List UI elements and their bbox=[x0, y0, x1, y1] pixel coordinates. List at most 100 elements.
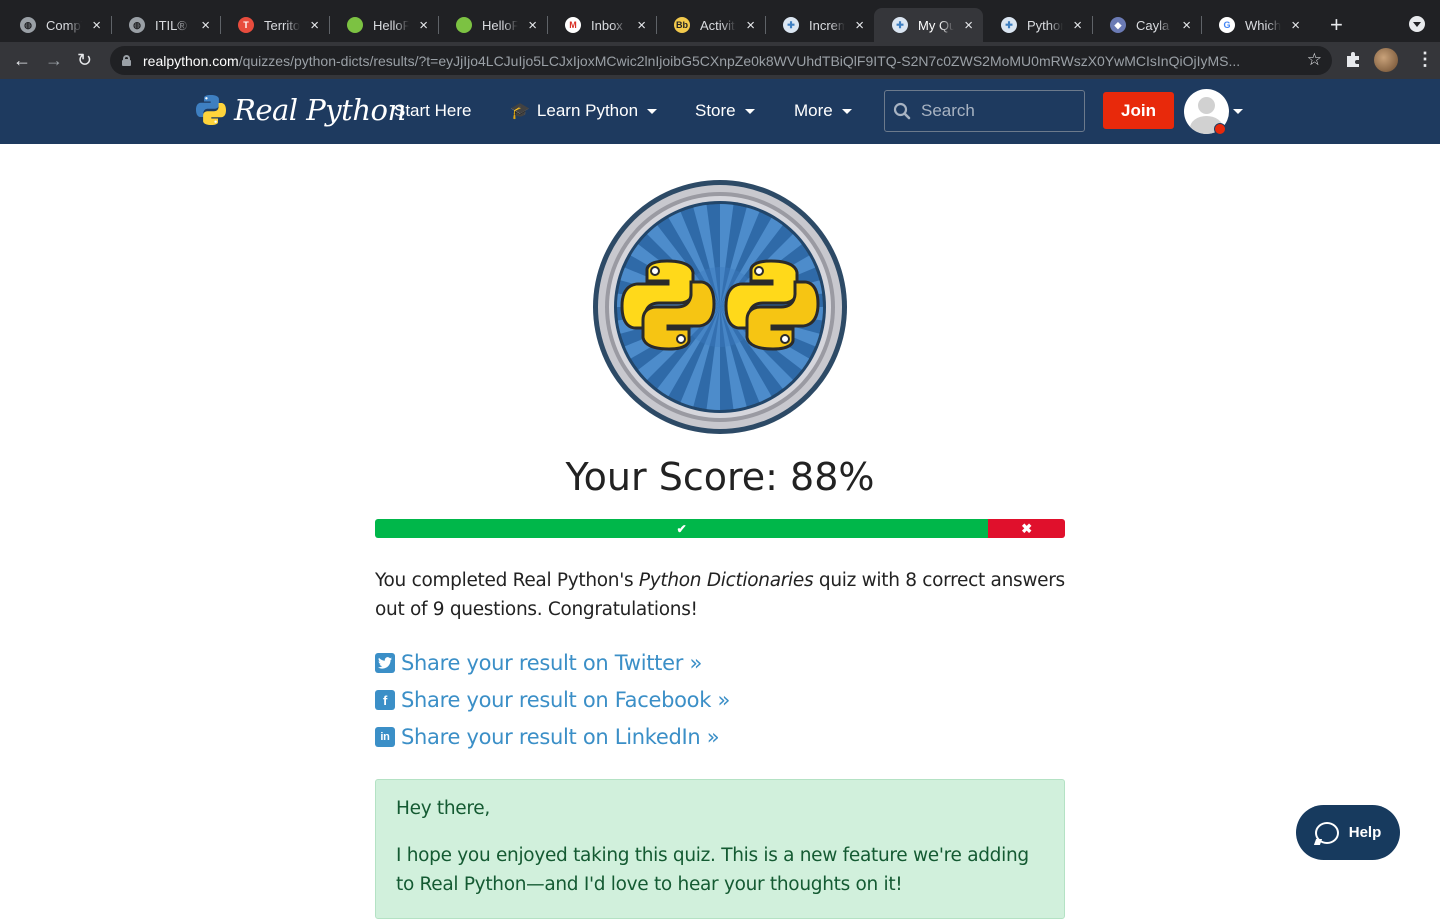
close-tab-icon[interactable]: × bbox=[419, 17, 428, 34]
close-tab-icon[interactable]: × bbox=[201, 17, 210, 34]
new-tab-button[interactable]: + bbox=[1330, 12, 1343, 38]
bookmark-star-icon[interactable]: ☆ bbox=[1307, 50, 1322, 70]
tab-separator bbox=[329, 16, 330, 34]
tab-title: Python bbox=[1027, 17, 1063, 33]
globe-icon: ◍ bbox=[20, 17, 36, 33]
back-arrow-icon[interactable]: ← bbox=[13, 50, 31, 70]
search-icon bbox=[893, 102, 911, 120]
tab-title: Inbox (1 bbox=[591, 17, 627, 33]
notification-dot bbox=[1214, 123, 1226, 135]
browser-profile-avatar[interactable] bbox=[1374, 48, 1398, 72]
google-icon: G bbox=[1219, 17, 1235, 33]
url-host: realpython.com bbox=[143, 52, 239, 69]
nav-store-label: Store bbox=[695, 101, 736, 120]
realpython-icon: ✚ bbox=[783, 17, 799, 33]
quiz-badge-image bbox=[593, 180, 847, 434]
forward-arrow-icon[interactable]: → bbox=[45, 50, 63, 70]
quiz-summary-text: You completed Real Python's Python Dicti… bbox=[375, 566, 1065, 624]
gmail-icon: M bbox=[565, 17, 581, 33]
lock-icon bbox=[122, 55, 131, 66]
nav-more-label: More bbox=[794, 101, 833, 120]
browser-tab-strip: ◍ CompTIA × ◍ ITIL® 4 × T Territory × HelloFresh ×… bbox=[0, 0, 1440, 42]
tab-separator bbox=[547, 16, 548, 34]
close-tab-icon[interactable]: × bbox=[310, 17, 319, 34]
nav-start-here[interactable]: Start Here bbox=[394, 101, 471, 121]
share-linkedin-link[interactable]: in Share your result on LinkedIn » bbox=[375, 725, 720, 749]
python-logo-icon bbox=[196, 95, 226, 125]
browser-tab[interactable]: ◍ CompTIA × bbox=[2, 8, 111, 42]
reload-icon[interactable]: ↻ bbox=[77, 50, 92, 70]
site-header: Real Python Start Here 🎓 Learn Python Sto… bbox=[0, 79, 1440, 144]
blackboard-icon: Bb bbox=[674, 17, 690, 33]
tab-title: Increment bbox=[809, 17, 846, 33]
browser-tab[interactable]: ◍ ITIL® 4 × bbox=[111, 8, 220, 42]
nav-more[interactable]: More bbox=[794, 101, 852, 121]
browser-tab[interactable]: HelloFresh × bbox=[438, 8, 547, 42]
browser-tab[interactable]: G Which o × bbox=[1201, 8, 1310, 42]
cross-icon: ✖ bbox=[1021, 520, 1033, 536]
address-bar[interactable]: realpython.com/quizzes/python-dicts/resu… bbox=[110, 46, 1332, 75]
search-input[interactable] bbox=[921, 101, 1081, 121]
progress-correct-segment: ✔ bbox=[375, 519, 989, 538]
share-twitter-link[interactable]: Share your result on Twitter » bbox=[375, 651, 702, 675]
browser-tab[interactable]: HelloFresh × bbox=[329, 8, 438, 42]
close-tab-icon[interactable]: × bbox=[528, 17, 537, 34]
score-progress-bar: ✔ ✖ bbox=[375, 519, 1065, 538]
caret-down-icon bbox=[841, 108, 852, 114]
facebook-icon: f bbox=[375, 690, 395, 710]
checkmark-icon: ✔ bbox=[676, 521, 687, 536]
close-tab-icon[interactable]: × bbox=[746, 17, 755, 34]
url-path: /quizzes/python-dicts/results/?t=eyJjIjo… bbox=[238, 52, 1241, 69]
hellofresh-icon bbox=[456, 17, 472, 33]
tab-title: Cayla B bbox=[1136, 17, 1172, 33]
help-button[interactable]: Help bbox=[1296, 805, 1400, 860]
tab-title: Which o bbox=[1245, 17, 1282, 33]
share-twitter-label: Share your result on Twitter » bbox=[401, 651, 702, 675]
realpython-logo[interactable]: Real Python bbox=[194, 93, 406, 127]
graduation-cap-icon: 🎓 bbox=[510, 103, 530, 120]
close-tab-icon[interactable]: × bbox=[1182, 17, 1191, 34]
avatar-caret-down-icon[interactable] bbox=[1233, 109, 1243, 114]
tab-separator bbox=[1201, 16, 1202, 34]
nav-learn-python[interactable]: 🎓 Learn Python bbox=[510, 101, 658, 121]
close-tab-icon[interactable]: × bbox=[92, 17, 101, 34]
close-tab-icon[interactable]: × bbox=[637, 17, 646, 34]
browser-menu-icon[interactable]: ⋮ bbox=[1416, 50, 1434, 68]
tab-title: My Quiz bbox=[918, 17, 955, 33]
realpython-icon: ✚ bbox=[892, 17, 908, 33]
caret-down-icon bbox=[744, 108, 755, 114]
tab-title: Territory bbox=[264, 17, 301, 33]
extensions-puzzle-icon[interactable] bbox=[1345, 51, 1361, 67]
close-tab-icon[interactable]: × bbox=[1291, 17, 1300, 34]
territory-icon: T bbox=[238, 17, 254, 33]
nav-store[interactable]: Store bbox=[695, 101, 755, 121]
browser-tab[interactable]: M Inbox (1 × bbox=[547, 8, 656, 42]
caret-down-icon bbox=[647, 108, 658, 114]
join-button[interactable]: Join bbox=[1103, 92, 1174, 129]
message-body: I hope you enjoyed taking this quiz. Thi… bbox=[396, 845, 1029, 895]
browser-tab[interactable]: T Territory × bbox=[220, 8, 329, 42]
search-box bbox=[884, 90, 1085, 132]
close-tab-icon[interactable]: × bbox=[964, 17, 973, 34]
nav-learn-python-label: Learn Python bbox=[536, 101, 639, 120]
tab-separator bbox=[111, 16, 112, 34]
tab-title: ITIL® 4 bbox=[155, 17, 191, 33]
close-tab-icon[interactable]: × bbox=[855, 17, 864, 34]
score-heading: Your Score: 88% bbox=[565, 455, 875, 499]
browser-tab[interactable]: ✚ Python × bbox=[983, 8, 1092, 42]
tab-title: CompTIA bbox=[46, 17, 82, 33]
feedback-message-box: Hey there, I hope you enjoyed taking thi… bbox=[375, 779, 1065, 919]
tab-separator bbox=[656, 16, 657, 34]
chat-bubble-icon bbox=[1314, 821, 1339, 844]
browser-tab[interactable]: ✚ Increment × bbox=[765, 8, 874, 42]
browser-tab[interactable]: ✚ My Quiz × bbox=[874, 8, 983, 42]
tab-title: HelloFresh bbox=[482, 17, 519, 33]
quiz-name: Python Dictionaries bbox=[638, 570, 814, 591]
tab-search-icon[interactable] bbox=[1409, 16, 1425, 32]
share-facebook-link[interactable]: f Share your result on Facebook » bbox=[375, 688, 730, 712]
ethereum-icon: ◆ bbox=[1110, 17, 1126, 33]
close-tab-icon[interactable]: × bbox=[1073, 17, 1082, 34]
tab-title: Activities bbox=[700, 17, 736, 33]
browser-tab[interactable]: Bb Activities × bbox=[656, 8, 765, 42]
browser-tab[interactable]: ◆ Cayla B × bbox=[1092, 8, 1201, 42]
